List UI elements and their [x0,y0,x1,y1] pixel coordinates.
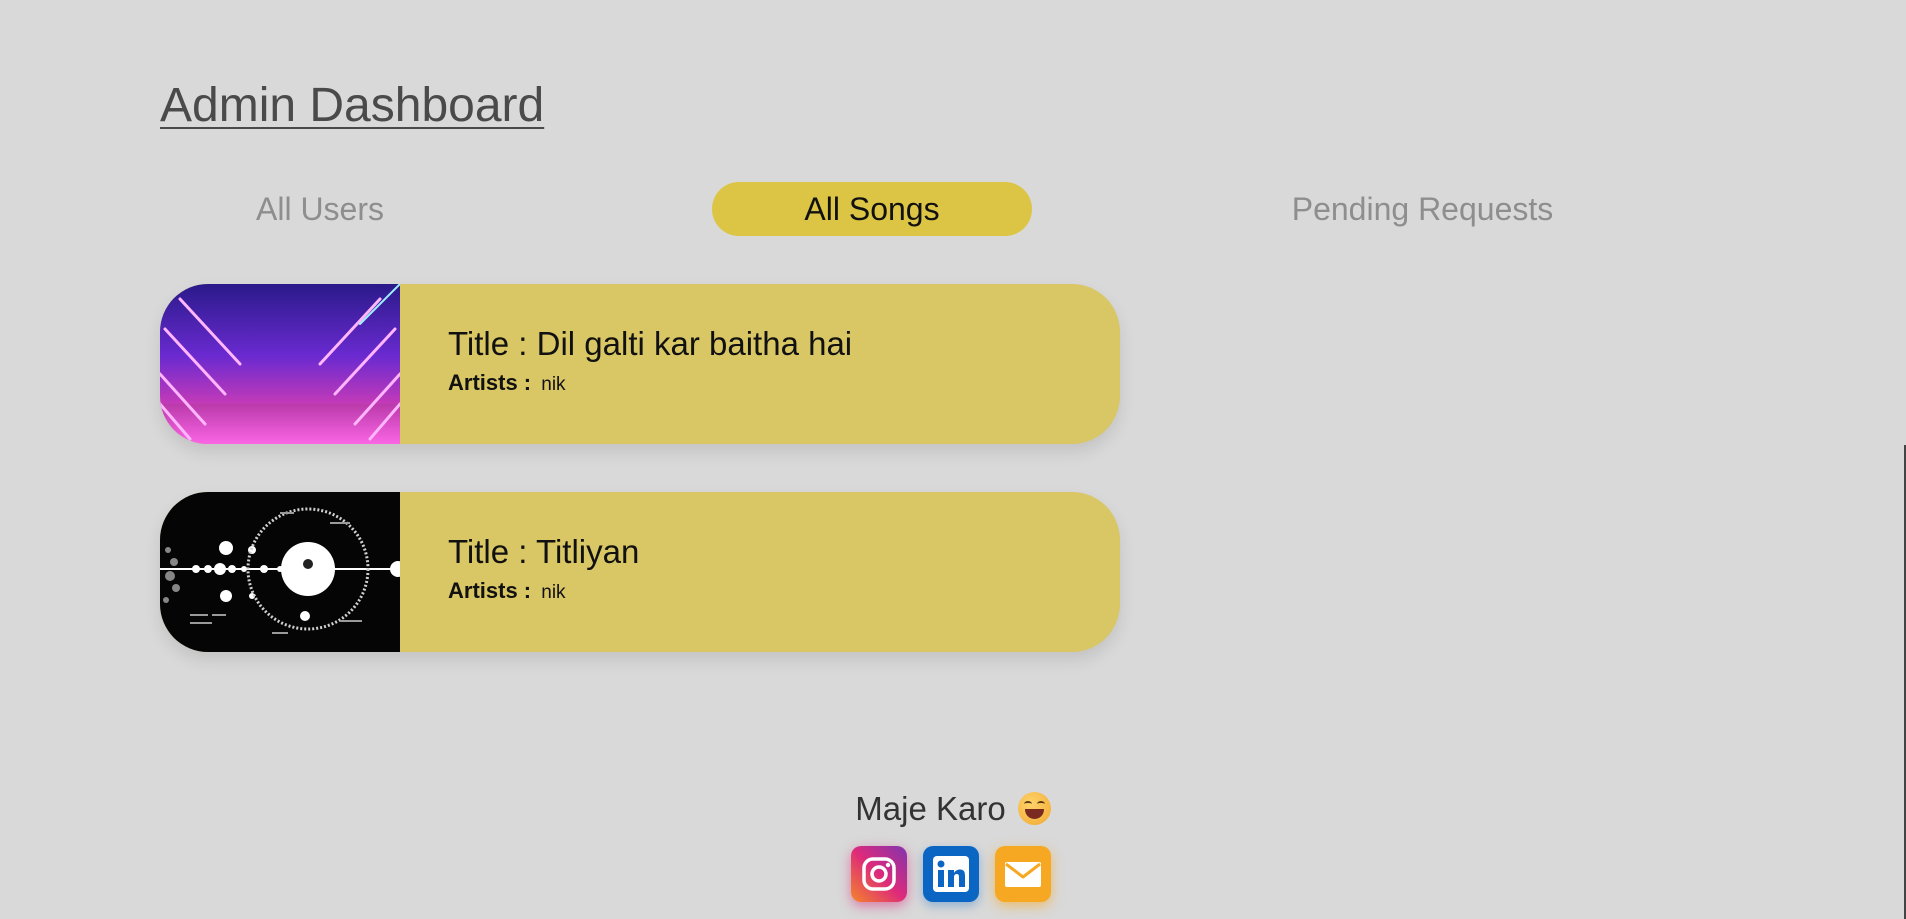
instagram-icon[interactable] [851,846,907,902]
song-artists: Artists : nik [448,577,1100,607]
song-title-value: Titliyan [536,533,640,570]
tab-all-users[interactable]: All Users [215,182,425,236]
song-artists: Artists : nik [448,369,1100,399]
footer-text: Maje Karo [855,790,1006,827]
grinning-face-icon [1017,792,1051,825]
artists-value: nik [541,374,566,395]
song-card[interactable]: Title : Titliyan Artists : nik [160,492,1120,652]
tab-all-songs[interactable]: All Songs [712,182,1032,236]
tab-bar: All Users All Songs Pending Requests [0,182,1906,236]
footer-tagline: Maje Karo [0,790,1906,828]
tab-pending-requests[interactable]: Pending Requests [1270,182,1575,236]
mail-icon[interactable] [995,846,1051,902]
song-title-prefix: Title : [448,325,537,362]
artists-label: Artists : [448,370,532,395]
song-thumbnail [160,284,400,444]
neon-lights-image [160,284,400,444]
song-title-value: Dil galti kar baitha hai [536,325,853,362]
song-thumbnail [160,492,400,652]
song-title-prefix: Title : [448,533,537,570]
song-info: Title : Titliyan Artists : nik [448,532,1100,607]
song-title: Title : Dil galti kar baitha hai [448,324,1100,364]
song-card[interactable]: Title : Dil galti kar baitha hai Artists… [160,284,1120,444]
page-title: Admin Dashboard [160,79,545,132]
song-info: Title : Dil galti kar baitha hai Artists… [448,324,1100,399]
planetary-orbits-image [160,492,400,652]
song-title: Title : Titliyan [448,532,1100,572]
artists-value: nik [541,582,566,603]
artists-label: Artists : [448,578,532,603]
linkedin-icon[interactable] [923,846,979,902]
